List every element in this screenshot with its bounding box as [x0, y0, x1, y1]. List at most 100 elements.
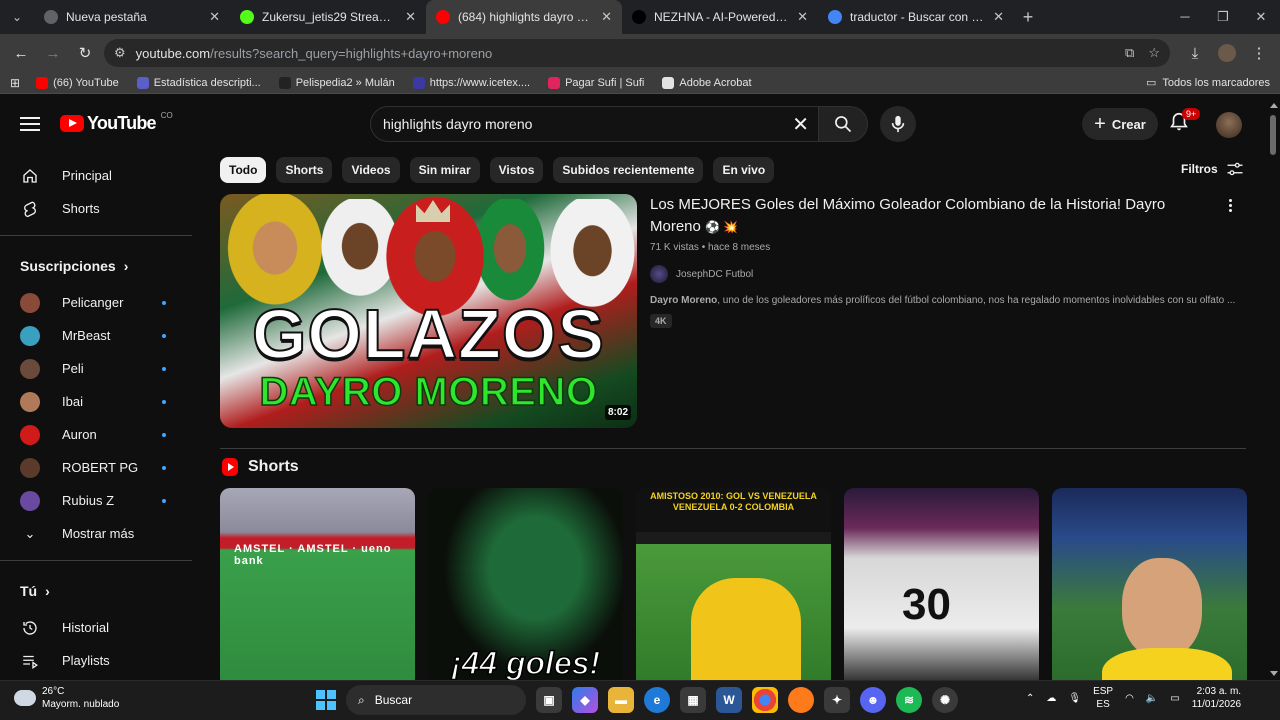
search-input[interactable]: highlights dayro moreno ✕	[370, 106, 822, 142]
tab-close-icon[interactable]: ✕	[601, 9, 612, 25]
edge-icon[interactable]: e	[644, 687, 670, 713]
install-app-icon[interactable]: ⧉	[1125, 45, 1134, 61]
bookmark-item[interactable]: Estadística descripti...	[136, 76, 261, 89]
sidebar-item-shorts[interactable]: Shorts	[0, 192, 192, 225]
video-thumbnail[interactable]: GOLAZOS DAYRO MORENO 8:02	[220, 194, 637, 428]
forward-button[interactable]: →	[40, 40, 66, 66]
filter-chip[interactable]: Subidos recientemente	[553, 157, 704, 183]
site-info-icon[interactable]: ⚙	[114, 45, 126, 61]
downloads-icon[interactable]: ⤓	[1182, 40, 1208, 66]
sidebar-item-principal[interactable]: Principal	[0, 159, 192, 192]
clock[interactable]: 2:03 a. m. 11/01/2026	[1192, 685, 1241, 711]
bookmark-item[interactable]: https://www.icetex....	[412, 76, 530, 89]
subscription-item[interactable]: Rubius Z	[0, 484, 192, 517]
subscription-item[interactable]: MrBeast	[0, 319, 192, 352]
profile-avatar[interactable]	[1218, 44, 1236, 62]
url-input[interactable]: ⚙ youtube.com/results?search_query=highl…	[104, 39, 1170, 67]
taskbar-search[interactable]: ⌕ Buscar	[346, 685, 526, 715]
browser-tab[interactable]: Nueva pestaña ✕	[34, 0, 230, 34]
short-thumbnail[interactable]: 30	[844, 488, 1039, 680]
tab-close-icon[interactable]: ✕	[993, 9, 1004, 25]
minimize-icon[interactable]: ─	[1166, 9, 1204, 25]
chatgpt-icon[interactable]: ✺	[932, 687, 958, 713]
hamburger-menu-icon[interactable]	[20, 113, 40, 133]
reload-button[interactable]: ↻	[72, 40, 98, 66]
discord-icon[interactable]: ☻	[860, 687, 886, 713]
scroll-up-icon[interactable]	[1270, 103, 1278, 108]
search-button[interactable]	[818, 106, 868, 142]
filter-chip[interactable]: Todo	[220, 157, 267, 183]
apps-grid-icon[interactable]: ⊞	[10, 76, 20, 90]
filter-chip[interactable]: En vivo	[713, 157, 775, 183]
tab-search-chevron-icon[interactable]: ⌄	[0, 0, 34, 34]
browser-tab[interactable]: (684) highlights dayro moreno ✕	[426, 0, 622, 34]
sidebar-item-playlists[interactable]: Playlists	[0, 644, 192, 677]
notifications-button[interactable]: 9+	[1168, 108, 1201, 135]
browser-menu-icon[interactable]: ⋮	[1246, 40, 1272, 66]
file-explorer-icon[interactable]: ▬	[608, 687, 634, 713]
maximize-icon[interactable]: ❐	[1204, 9, 1242, 25]
subscription-item[interactable]: ROBERT PG	[0, 451, 192, 484]
bookmark-item[interactable]: Pelispedia2 » Mulán	[278, 76, 395, 89]
bookmark-star-icon[interactable]: ☆	[1148, 45, 1160, 61]
filter-chip[interactable]: Videos	[342, 157, 400, 183]
short-thumbnail[interactable]: AMISTOSO 2010: GOL VS VENEZUELA VENEZUEL…	[636, 488, 831, 680]
voice-search-button[interactable]	[880, 106, 916, 142]
store-icon[interactable]: ▦	[680, 687, 706, 713]
account-avatar[interactable]	[1216, 112, 1242, 138]
subscription-item[interactable]: Auron	[0, 418, 192, 451]
browser-tab[interactable]: NEZHNA - AI-Powered Live Strea ✕	[622, 0, 818, 34]
spotify-icon[interactable]: ≋	[896, 687, 922, 713]
video-title[interactable]: Los MEJORES Goles del Máximo Goleador Co…	[650, 194, 1170, 238]
create-button[interactable]: + Crear	[1082, 108, 1158, 140]
game-controller-icon[interactable]: ✦	[824, 687, 850, 713]
video-more-actions-icon[interactable]	[1222, 196, 1238, 214]
scroll-down-icon[interactable]	[1270, 671, 1278, 676]
browser-tab[interactable]: traductor - Buscar con Google ✕	[818, 0, 1014, 34]
wifi-icon[interactable]: ◠	[1125, 693, 1134, 704]
firefox-icon[interactable]	[788, 687, 814, 713]
filter-chip[interactable]: Sin mirar	[409, 157, 480, 183]
clear-search-icon[interactable]: ✕	[792, 112, 809, 137]
new-tab-button[interactable]: +	[1014, 3, 1042, 31]
tab-close-icon[interactable]: ✕	[405, 9, 416, 25]
subscription-item[interactable]: Peli	[0, 352, 192, 385]
close-window-icon[interactable]: ✕	[1242, 9, 1280, 25]
copilot-icon[interactable]: ◆	[572, 687, 598, 713]
volume-icon[interactable]: 🔈	[1146, 693, 1158, 704]
bookmark-item[interactable]: Adobe Acrobat	[662, 76, 752, 89]
all-bookmarks[interactable]: ▭ Todos los marcadores	[1146, 76, 1270, 90]
onedrive-icon[interactable]: ☁	[1046, 693, 1056, 704]
task-view-icon[interactable]: ▣	[536, 687, 562, 713]
you-header[interactable]: Tú ›	[0, 571, 192, 611]
filter-chip[interactable]: Shorts	[276, 157, 333, 183]
youtube-logo[interactable]: YouTube CO	[60, 111, 173, 134]
show-more-button[interactable]: ⌄ Mostrar más	[0, 517, 192, 550]
filters-button[interactable]: Filtros	[1181, 161, 1244, 177]
short-thumbnail[interactable]: ¡44 goles!	[428, 488, 623, 680]
tab-close-icon[interactable]: ✕	[209, 9, 220, 25]
browser-tab[interactable]: Zukersu_jetis29 Stream - Watch ✕	[230, 0, 426, 34]
bookmark-item[interactable]: Pagar Sufi | Sufi	[548, 76, 644, 89]
language-indicator[interactable]: ESP ES	[1093, 685, 1113, 711]
short-thumbnail[interactable]: AMSTEL · AMSTEL · ueno bank	[220, 488, 415, 680]
bookmark-item[interactable]: (66) YouTube	[36, 76, 119, 89]
page-scrollbar[interactable]	[1266, 101, 1280, 680]
filter-chip[interactable]: Vistos	[489, 157, 544, 183]
battery-icon[interactable]: ▭	[1170, 693, 1179, 704]
windows-start-icon[interactable]	[316, 690, 336, 710]
microphone-icon[interactable]: 🎙	[1068, 693, 1081, 704]
sidebar-item-historial[interactable]: Historial	[0, 611, 192, 644]
back-button[interactable]: ←	[8, 40, 34, 66]
word-icon[interactable]: W	[716, 687, 742, 713]
tab-close-icon[interactable]: ✕	[797, 9, 808, 25]
subscription-item[interactable]: Pelicanger	[0, 286, 192, 319]
tray-overflow-icon[interactable]: ⌃	[1026, 693, 1034, 704]
chrome-icon[interactable]	[752, 687, 778, 713]
weather-widget[interactable]: 26°C Mayorm. nublado	[14, 685, 119, 711]
short-thumbnail[interactable]	[1052, 488, 1247, 680]
subscription-item[interactable]: Ibai	[0, 385, 192, 418]
channel-link[interactable]: JosephDC Futbol	[650, 265, 1240, 283]
subscriptions-header[interactable]: Suscripciones ›	[0, 246, 192, 286]
scroll-thumb[interactable]	[1270, 115, 1276, 155]
